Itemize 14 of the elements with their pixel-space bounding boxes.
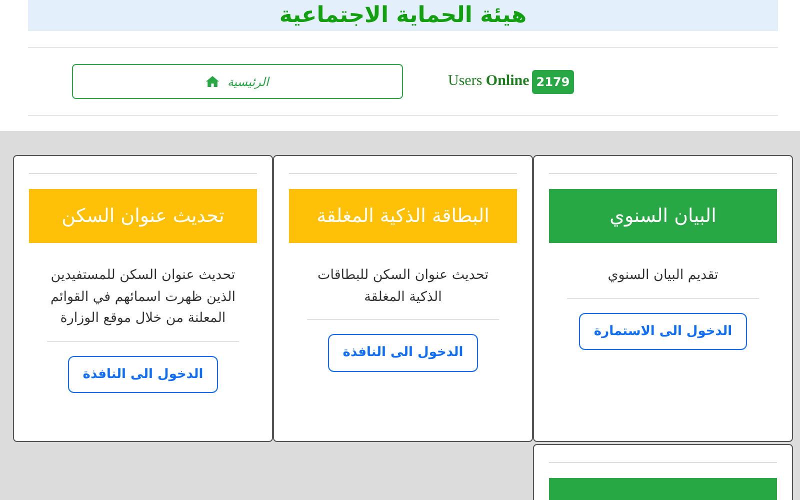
card-description: تقديم البيان السنوي: [606, 266, 720, 285]
site-title: هيئة الحماية الاجتماعية: [279, 2, 527, 30]
users-online-label: Users Online: [448, 72, 530, 92]
card-description: تحديث عنوان السكن للبطاقات الذكية المغلقة: [316, 266, 490, 307]
card-description: تحديث عنوان السكن للمستفيدين الذين ظهرت اسمائهم في القوائم المعلنة من خلال موقع الوزارة: [49, 266, 237, 328]
card-header-title: تحديث عنوان السكن: [29, 189, 257, 243]
enter-button[interactable]: الدخول الى النافذة: [68, 356, 218, 394]
card-header-title: البيان السنوي: [549, 189, 777, 243]
home-icon: [206, 76, 220, 87]
home-link[interactable]: الرئيسية: [72, 64, 403, 99]
online-count: 2179: [532, 70, 574, 94]
card-header-title: البطاقة الذكية المغلقة: [289, 189, 517, 243]
enter-button[interactable]: الدخول الى النافذة: [328, 334, 478, 372]
enter-button[interactable]: الدخول الى الاستمارة: [578, 312, 748, 350]
